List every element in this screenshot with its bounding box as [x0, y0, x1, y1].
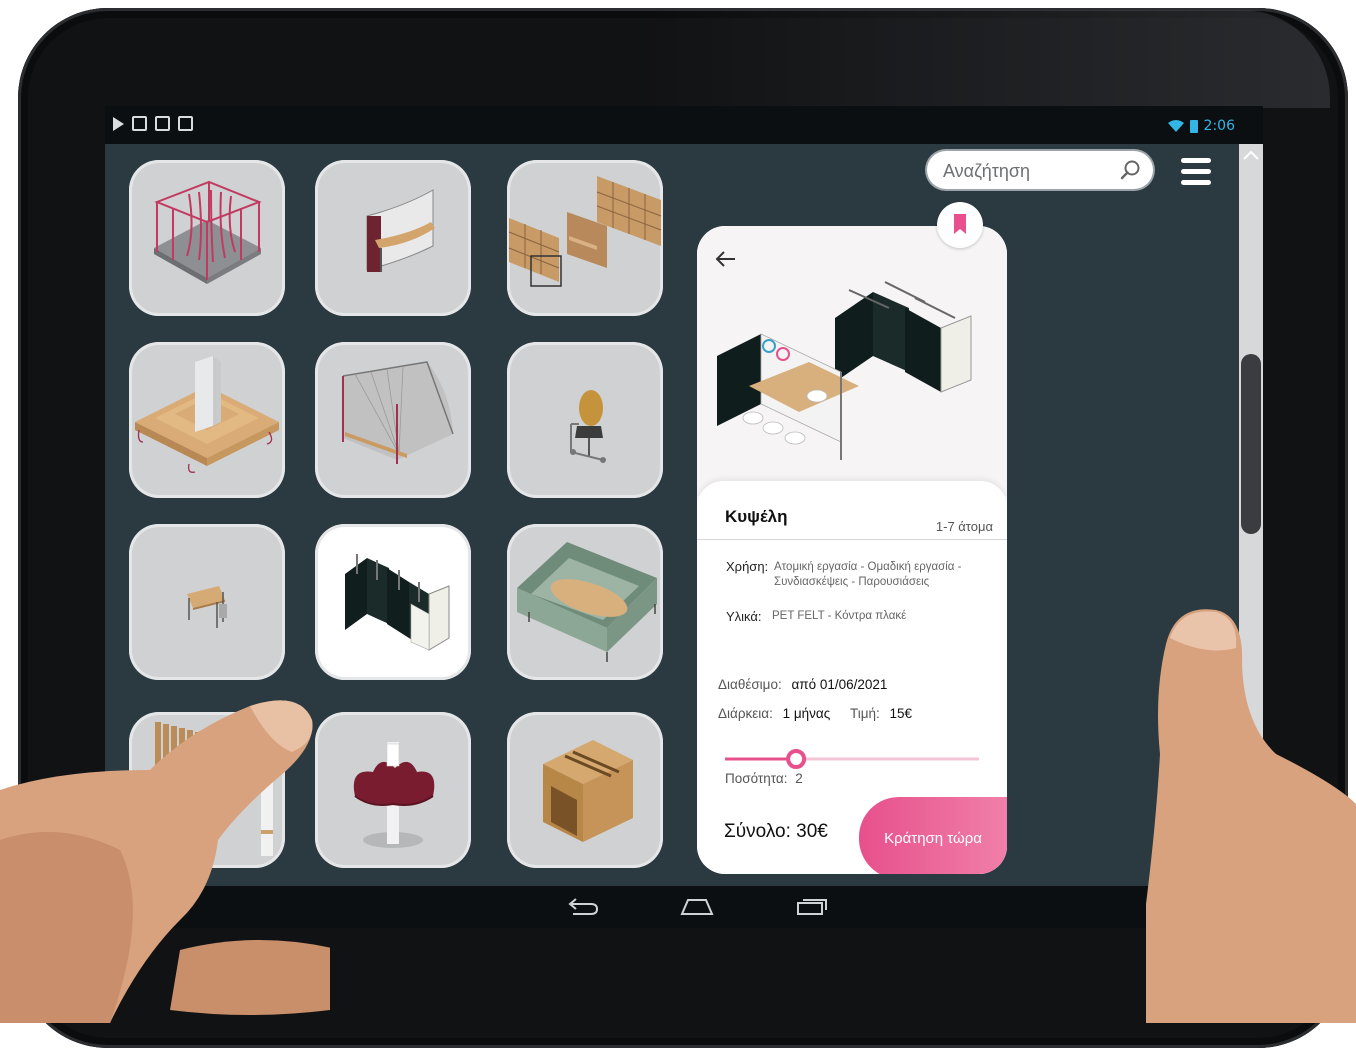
total-price: Σύνολο: 30€: [724, 821, 828, 842]
shelter-bench-icon: [342, 361, 454, 464]
product-title: Κυψέλη: [725, 507, 788, 526]
product-tile-timber-pod[interactable]: [507, 712, 663, 868]
home-nav-icon[interactable]: [680, 896, 714, 916]
right-hand-image: [1146, 609, 1356, 1023]
quantity-value: 2: [795, 771, 803, 786]
back-arrow-icon[interactable]: [715, 250, 737, 268]
store-notification-icon: [155, 116, 170, 131]
product-tile-shelving-workspace[interactable]: [507, 160, 663, 316]
availability-row: Διαθέσιμο: από 01/06/2021: [718, 677, 887, 692]
product-tile-shelter-bench[interactable]: [315, 342, 471, 498]
price-label: Τιμή:: [849, 706, 880, 721]
cloud-canopy-icon: [353, 742, 435, 848]
scroll-up-icon[interactable]: [1243, 150, 1259, 160]
curved-desk-icon: [366, 189, 435, 272]
recents-nav-icon[interactable]: [795, 896, 829, 916]
product-tile-pod-chair[interactable]: [507, 342, 663, 498]
price-value: 15€: [889, 706, 913, 721]
book-now-button[interactable]: Κράτηση τώρα: [859, 797, 1007, 874]
materials-value: PET FELT - Κόντρα πλακέ: [772, 610, 907, 622]
quantity-row: Ποσότητα: 2: [725, 771, 803, 786]
available-label: Διαθέσιμο:: [718, 677, 782, 692]
product-tile-cubicle-booths[interactable]: [315, 524, 471, 680]
canopy-pavilion-icon: [154, 180, 262, 284]
clock: 2:06: [1203, 118, 1235, 134]
search-icon[interactable]: [1119, 159, 1141, 181]
small-desk-icon: [187, 586, 227, 628]
materials-label: Υλικά:: [726, 609, 762, 624]
product-tile-curved-desk[interactable]: [315, 160, 471, 316]
product-detail-card: Κυψέλη 1-7 άτομα Χρήση: Ατομική εργασία …: [697, 226, 1007, 874]
cubicle-booths-icon: [345, 554, 450, 651]
duration-price-row: Διάρκεια: 1 μήνας Τιμή: 15€: [718, 706, 912, 721]
product-tile-small-desk[interactable]: [129, 524, 285, 680]
duration-value[interactable]: 1 μήνας: [783, 706, 831, 721]
bookmark-button[interactable]: [937, 202, 983, 248]
search-box[interactable]: [927, 151, 1153, 189]
use-label: Χρήση:: [726, 559, 769, 574]
left-hand-image: [0, 700, 330, 1023]
detail-hero-area: [697, 226, 1007, 496]
image-notification-icon: [132, 116, 147, 131]
scroll-thumb[interactable]: [1241, 354, 1261, 534]
pod-chair-icon: [570, 390, 606, 463]
battery-icon: [1189, 119, 1198, 133]
detail-info-panel: Κυψέλη 1-7 άτομα Χρήση: Ατομική εργασία …: [697, 481, 1007, 874]
product-tile-lounge-meeting[interactable]: [507, 524, 663, 680]
duration-label: Διάρκεια:: [718, 706, 773, 721]
search-input[interactable]: [941, 157, 1115, 185]
bookmark-icon: [954, 214, 966, 234]
system-tray: 2:06: [1167, 118, 1235, 134]
capacity-label: 1-7 άτομα: [935, 519, 993, 534]
available-value: από 01/06/2021: [791, 677, 888, 692]
back-nav-icon[interactable]: [565, 896, 599, 916]
use-value: Ατομική εργασία - Ομαδική εργασία - Συνδ…: [774, 561, 962, 588]
shelving-workspace-icon: [508, 176, 662, 287]
wifi-icon: [1167, 120, 1184, 132]
detail-divider: [697, 539, 1007, 540]
product-tile-canopy-pavilion[interactable]: [129, 160, 285, 316]
quantity-label: Ποσότητα:: [725, 771, 788, 786]
product-tile-tiered-platform[interactable]: [129, 342, 285, 498]
hamburger-menu-icon[interactable]: [1181, 158, 1211, 186]
play-notification-icon: [113, 116, 124, 131]
product-tile-cloud-canopy[interactable]: [315, 712, 471, 868]
notification-icons: [113, 116, 193, 131]
slider-thumb[interactable]: [786, 749, 807, 769]
store-notification-icon-2: [178, 116, 193, 131]
tiered-platform-icon: [135, 356, 279, 473]
quantity-slider[interactable]: [725, 749, 979, 769]
cubicle-booths-hero-illustration: [717, 281, 972, 460]
lounge-meeting-icon: [517, 542, 657, 662]
status-bar: 2:06: [105, 106, 1263, 144]
tablet-sheen: [640, 10, 1330, 108]
timber-pod-icon: [543, 740, 633, 842]
